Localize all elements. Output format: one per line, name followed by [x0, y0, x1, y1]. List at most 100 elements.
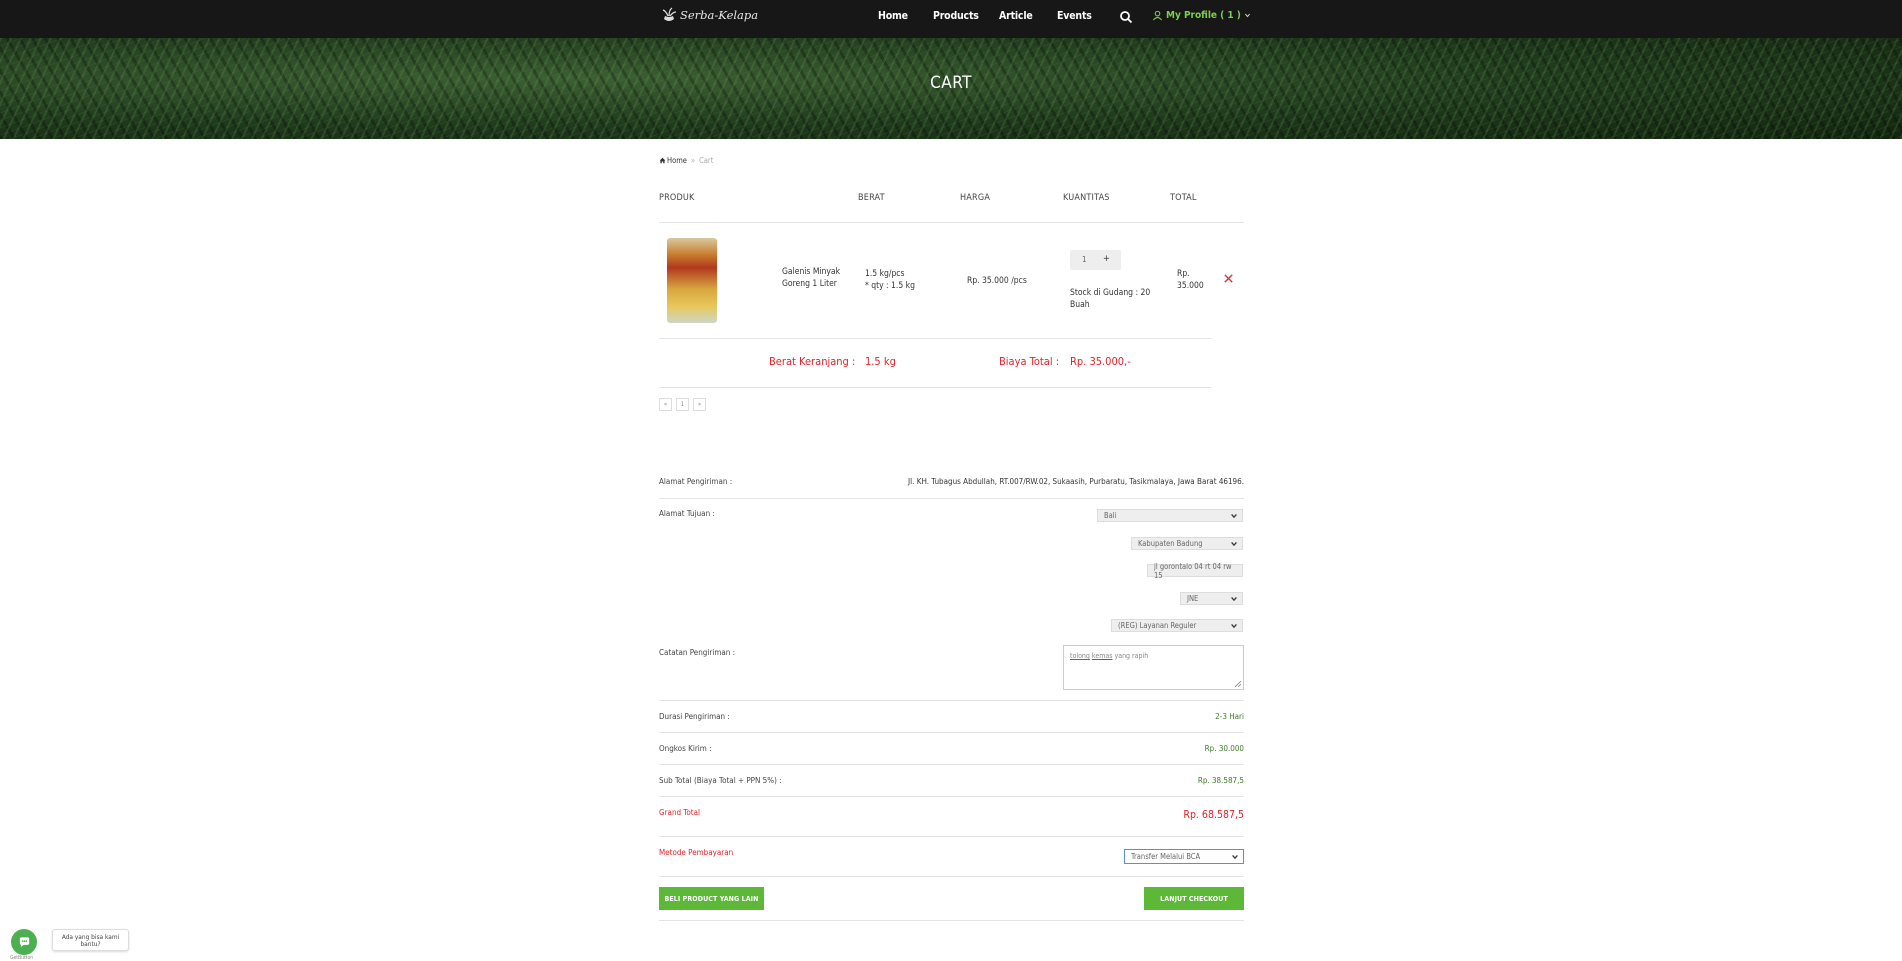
my-profile-label: My Profile ( 1 ): [1166, 10, 1241, 21]
alamat-tujuan-label: Alamat Tujuan :: [659, 509, 715, 518]
payment-method-value: Transfer Melalui BCA: [1131, 852, 1201, 861]
search-icon[interactable]: [1119, 10, 1133, 24]
divider: [659, 700, 1244, 701]
checkout-button[interactable]: LANJUT CHECKOUT: [1144, 887, 1244, 910]
durasi-value: 2-3 Hari: [1215, 712, 1244, 721]
chevron-down-icon: [1231, 541, 1237, 547]
address-value: jl gorontalo 04 rt 04 rw 15: [1154, 561, 1232, 580]
product-name-line2: Goreng 1 Liter: [782, 279, 837, 289]
grand-total-value: Rp. 68.587,5: [1183, 809, 1244, 821]
stock-line1: Stock di Gudang : 20: [1070, 288, 1151, 298]
breadcrumb: Home » Cart: [659, 156, 713, 165]
chevron-down-icon: [1231, 623, 1237, 629]
stock-info: Stock di Gudang : 20 Buah: [1070, 287, 1150, 311]
service-select[interactable]: (REG) Layanan Reguler: [1111, 619, 1243, 632]
product-weight: 1.5 kg/pcs * qty : 1.5 kg: [865, 268, 915, 292]
row-total: Rp. 35.000: [1177, 268, 1204, 292]
pager-prev[interactable]: «: [659, 398, 672, 411]
weight-line1: 1.5 kg/pcs: [865, 269, 905, 279]
city-select[interactable]: Kabupaten Badung: [1131, 537, 1243, 550]
my-profile-menu[interactable]: My Profile ( 1 ): [1152, 10, 1251, 21]
divider: [659, 387, 1211, 388]
cost-total-label: Biaya Total :: [999, 355, 1060, 368]
quantity-plus-button[interactable]: +: [1103, 254, 1110, 264]
quantity-value[interactable]: 1: [1082, 255, 1087, 264]
divider: [659, 338, 1211, 339]
logo-text: Serba-Kelapa: [680, 8, 759, 22]
ongkos-value: Rp. 30.000: [1204, 744, 1244, 753]
catatan-word1: tolong: [1070, 652, 1090, 660]
divider: [659, 498, 1244, 499]
weight-line2: * qty : 1.5 kg: [865, 281, 915, 291]
col-header-produk: PRODUK: [659, 193, 695, 203]
resize-grip-icon[interactable]: [1235, 681, 1241, 687]
divider: [659, 222, 1244, 223]
nav-events[interactable]: Events: [1057, 10, 1092, 22]
catatan-rest: yang rapih: [1112, 652, 1149, 660]
address-input[interactable]: jl gorontalo 04 rt 04 rw 15: [1147, 561, 1243, 580]
site-logo[interactable]: Serba-Kelapa: [661, 4, 758, 26]
buy-other-products-button[interactable]: BELI PRODUCT YANG LAIN: [659, 887, 764, 910]
courier-value: JNE: [1187, 594, 1199, 603]
product-name-line1: Galenis Minyak: [782, 267, 841, 277]
divider: [659, 764, 1244, 765]
grand-total-label: Grand Total: [659, 808, 701, 817]
ongkos-label: Ongkos Kirim :: [659, 744, 712, 753]
breadcrumb-separator: »: [690, 156, 696, 165]
service-value: (REG) Layanan Reguler: [1118, 621, 1197, 630]
province-value: Bali: [1104, 511, 1117, 520]
courier-select[interactable]: JNE: [1180, 592, 1243, 605]
breadcrumb-current: Cart: [699, 156, 714, 165]
catatan-word2: kemas: [1091, 652, 1113, 660]
top-navbar: Serba-Kelapa Home Products Article Event…: [0, 0, 1902, 38]
durasi-label: Durasi Pengiriman :: [659, 712, 730, 721]
metode-label: Metode Pembayaran: [659, 848, 734, 857]
province-select[interactable]: Bali: [1097, 509, 1243, 522]
divider: [659, 876, 1244, 877]
quantity-stepper[interactable]: 1 +: [1070, 250, 1121, 270]
chevron-down-icon: [1232, 854, 1238, 860]
breadcrumb-home[interactable]: Home: [667, 156, 687, 165]
cart-weight-label: Berat Keranjang :: [769, 355, 856, 368]
cart-weight-value: 1.5 kg: [865, 355, 896, 368]
col-header-berat: BERAT: [858, 193, 885, 203]
chat-greeting-bubble[interactable]: Ada yang bisa kami bantu?: [52, 929, 129, 951]
chat-icon: [19, 936, 29, 947]
subtotal-label: Sub Total (Biaya Total + PPN 5%) :: [659, 776, 782, 785]
subtotal-value: Rp. 38.587,5: [1197, 776, 1244, 785]
row-total-line1: Rp.: [1177, 269, 1190, 279]
city-value: Kabupaten Badung: [1138, 539, 1203, 548]
pager-next[interactable]: »: [693, 398, 706, 411]
chat-widget-button[interactable]: [11, 929, 37, 955]
chevron-down-icon: [1244, 13, 1250, 18]
catatan-textarea[interactable]: tolong kemas yang rapih: [1063, 645, 1244, 690]
product-image[interactable]: [667, 238, 717, 323]
col-header-harga: HARGA: [960, 193, 991, 203]
product-price: Rp. 35.000 /pcs: [967, 276, 1027, 286]
col-header-total: TOTAL: [1170, 193, 1197, 203]
chevron-down-icon: [1231, 513, 1237, 519]
divider: [659, 920, 1244, 921]
nav-products[interactable]: Products: [933, 10, 979, 22]
nav-home[interactable]: Home: [878, 10, 908, 22]
remove-item-icon[interactable]: [1223, 273, 1234, 284]
product-name[interactable]: Galenis Minyak Goreng 1 Liter: [782, 266, 840, 290]
alamat-pengiriman-label: Alamat Pengiriman :: [659, 477, 733, 486]
nav-article[interactable]: Article: [999, 10, 1033, 22]
chat-brand-label: GetButton: [10, 955, 34, 961]
divider: [659, 836, 1244, 837]
stock-line2: Buah: [1070, 300, 1090, 310]
col-header-kuantitas: KUANTITAS: [1063, 193, 1110, 203]
pager-page-1[interactable]: 1: [676, 398, 689, 411]
coconut-logo-icon: [662, 7, 677, 21]
alamat-pengiriman-value: Jl. KH. Tubagus Abdullah, RT.007/RW.02, …: [908, 477, 1244, 486]
divider: [659, 732, 1244, 733]
page-title: CART: [930, 73, 972, 93]
chevron-down-icon: [1231, 596, 1237, 602]
row-total-line2: 35.000: [1177, 281, 1204, 291]
cost-total-value: Rp. 35.000,-: [1070, 355, 1131, 368]
payment-method-select[interactable]: Transfer Melalui BCA: [1124, 849, 1244, 864]
divider: [659, 796, 1244, 797]
catatan-label: Catatan Pengiriman :: [659, 648, 736, 657]
home-icon: [659, 157, 666, 164]
